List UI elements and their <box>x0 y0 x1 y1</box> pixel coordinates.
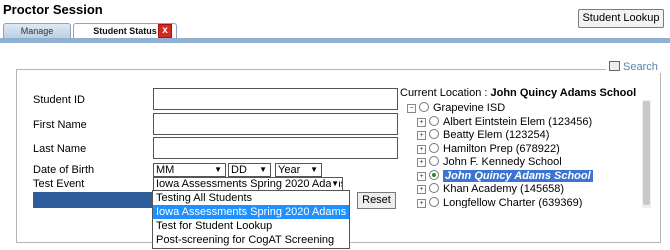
radio-button[interactable] <box>429 196 439 207</box>
tree-node[interactable]: + John Quincy Adams School <box>417 169 593 182</box>
radio-button[interactable] <box>419 102 429 112</box>
tree-scrollbar-thumb[interactable] <box>643 101 650 205</box>
dob-year-select[interactable]: Year ▼ <box>275 163 322 177</box>
tab-manage[interactable]: Manage <box>3 23 71 39</box>
location-tree: − Grapevine ISD + Albert Eintstein Elem (12… <box>400 100 642 208</box>
tree-node-label: Longfellow Charter (639369) <box>443 196 583 209</box>
current-location-name: John Quincy Adams School <box>490 87 637 99</box>
dob-label: Date of Birth <box>33 164 95 176</box>
student-id-input[interactable] <box>153 88 398 110</box>
expand-icon[interactable]: + <box>417 144 426 154</box>
dob-day-value: DD <box>231 164 247 176</box>
dob-month-value: MM <box>156 164 175 176</box>
test-event-value: Iowa Assessments Spring 2020 Adams <box>156 178 343 190</box>
tree-node-label: Beatty Elem (123254) <box>443 129 550 141</box>
tree-node[interactable]: + Albert Eintstein Elem (123456) <box>417 115 593 128</box>
test-event-option[interactable]: Iowa Assessments Spring 2020 Adams <box>153 205 349 219</box>
collapse-icon <box>609 61 620 71</box>
test-event-option[interactable]: Post-screening for CogAT Screening <box>153 233 349 247</box>
tab-divider <box>0 38 670 43</box>
radio-button[interactable] <box>429 183 439 193</box>
dropdown-arrow-icon: ▼ <box>259 165 267 174</box>
expand-icon[interactable]: + <box>417 131 426 140</box>
first-name-label: First Name <box>33 119 87 131</box>
expand-icon[interactable]: + <box>417 171 426 181</box>
radio-button[interactable] <box>429 115 439 126</box>
expand-icon[interactable]: + <box>417 185 426 194</box>
tree-node[interactable]: + John F. Kennedy School <box>417 156 562 168</box>
radio-button[interactable] <box>429 156 439 166</box>
tab-student-status-label: Student Status <box>93 26 157 36</box>
first-name-input[interactable] <box>153 113 398 135</box>
expand-icon[interactable]: + <box>417 198 426 208</box>
dropdown-arrow-icon: ▼ <box>310 165 318 174</box>
tree-node-label: Khan Academy (145658) <box>443 183 565 195</box>
search-link-label: Search <box>623 61 658 73</box>
dob-year-value: Year <box>278 164 301 176</box>
collapse-icon[interactable]: − <box>407 104 416 113</box>
current-location: Current Location : John Quincy Adams Sch… <box>400 87 636 99</box>
tree-node[interactable]: + Longfellow Charter (639369) <box>417 196 583 209</box>
dropdown-arrow-icon: ▼ <box>214 165 222 174</box>
dob-month-select[interactable]: MM ▼ <box>153 163 226 177</box>
last-name-input[interactable] <box>153 137 398 159</box>
search-toggle[interactable]: Search <box>606 61 661 73</box>
page-title: Proctor Session <box>3 2 103 17</box>
dob-day-select[interactable]: DD ▼ <box>228 163 271 177</box>
tree-node[interactable]: − Grapevine ISD <box>407 102 505 114</box>
test-event-option[interactable]: Test for Student Lookup <box>153 219 349 233</box>
expand-icon[interactable]: + <box>417 158 426 167</box>
test-event-select[interactable]: Iowa Assessments Spring 2020 Adams ▼ <box>153 177 343 191</box>
tree-node[interactable]: + Khan Academy (145658) <box>417 183 564 195</box>
radio-button[interactable] <box>429 129 439 139</box>
tree-node-label: Albert Eintstein Elem (123456) <box>443 115 593 128</box>
tree-node-label: John Quincy Adams School <box>443 169 593 182</box>
reset-button[interactable]: Reset <box>357 192 396 209</box>
dropdown-arrow-icon: ▼ <box>331 178 339 190</box>
test-event-label: Test Event <box>33 178 85 190</box>
radio-button[interactable] <box>429 142 439 153</box>
last-name-label: Last Name <box>33 143 87 155</box>
tree-node-label: Hamilton Prep (678922) <box>443 142 560 155</box>
tab-bar: Manage Student Status x <box>0 23 670 39</box>
tree-node[interactable]: + Hamilton Prep (678922) <box>417 142 560 155</box>
radio-button[interactable] <box>429 169 439 180</box>
current-location-prefix: Current Location : <box>400 87 488 99</box>
expand-icon[interactable]: + <box>417 117 426 127</box>
tree-node-label: John F. Kennedy School <box>443 156 562 168</box>
test-event-option[interactable]: Testing All Students <box>153 191 349 205</box>
tree-node-label: Grapevine ISD <box>433 102 506 114</box>
test-event-dropdown-list: Testing All Students Iowa Assessments Spr… <box>152 190 350 249</box>
student-id-label: Student ID <box>33 94 85 106</box>
close-icon[interactable]: x <box>158 24 172 38</box>
tree-node[interactable]: + Beatty Elem (123254) <box>417 129 549 141</box>
